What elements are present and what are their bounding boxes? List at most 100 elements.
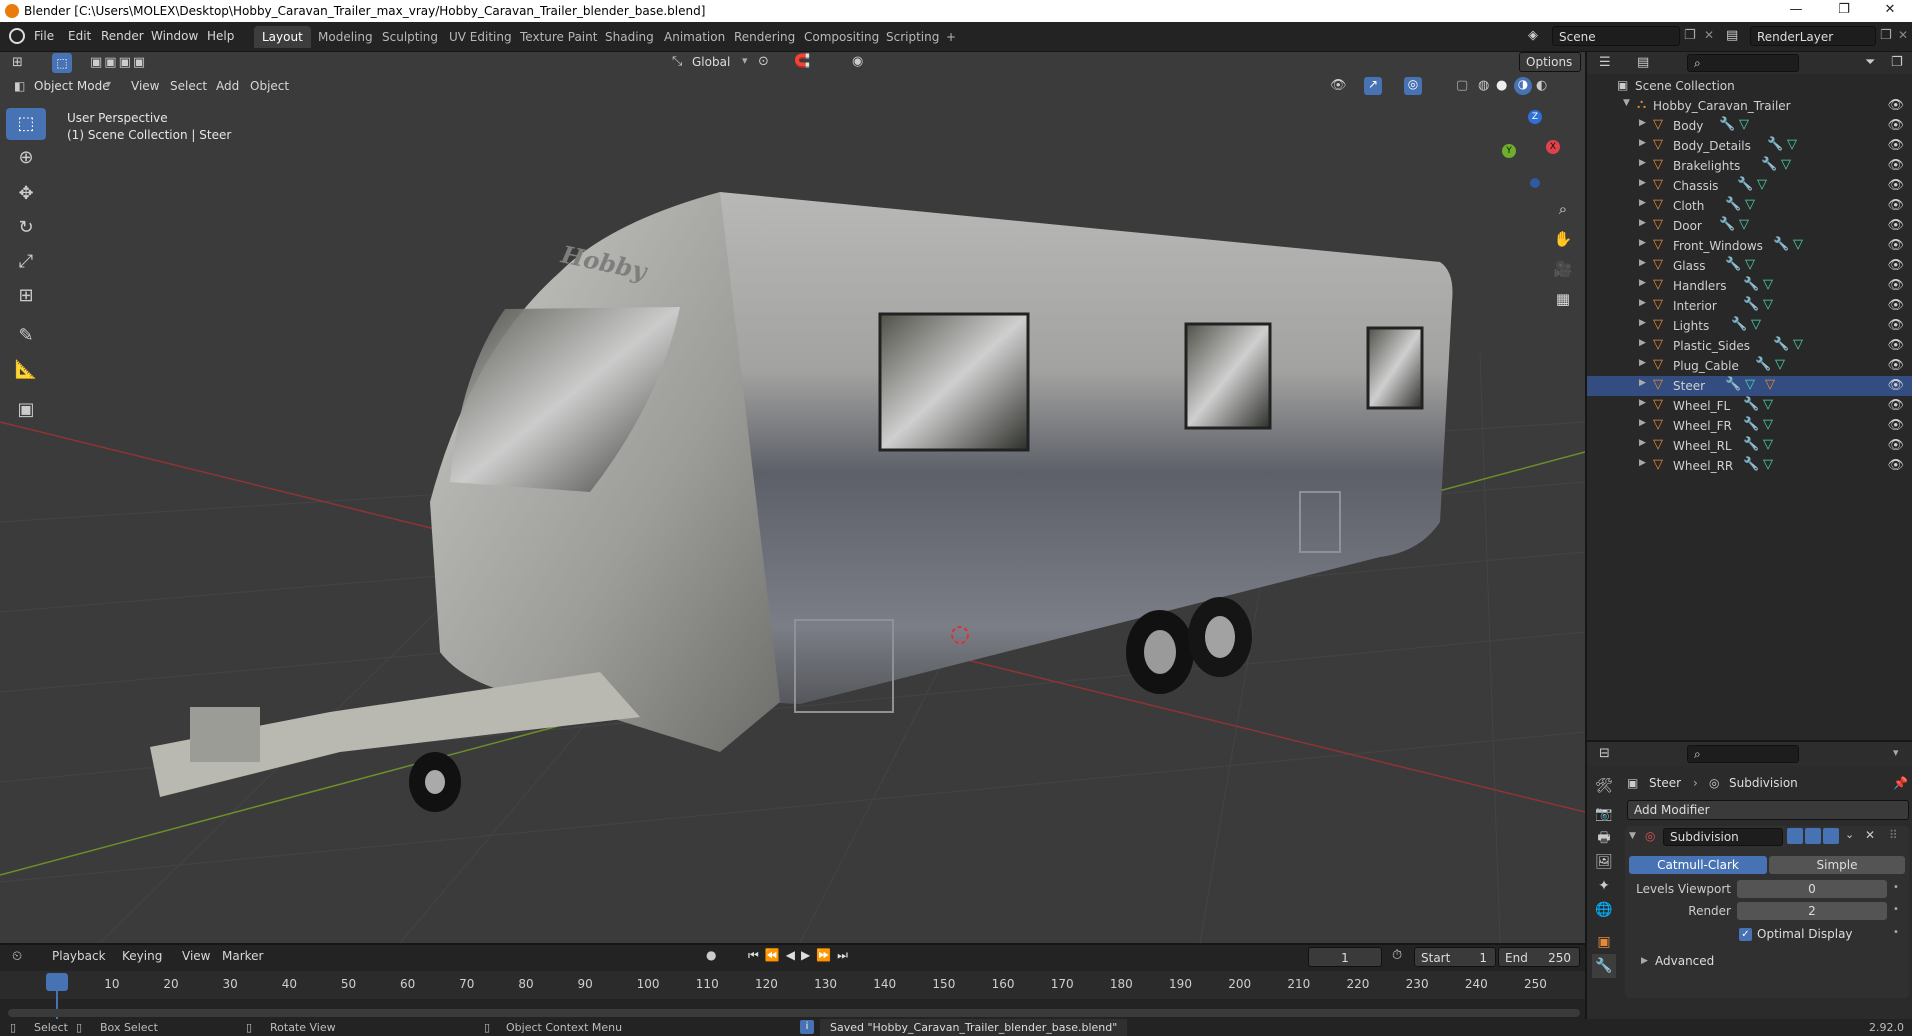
visibility-toggle-icon[interactable]: 👁: [1887, 338, 1904, 353]
filter-icon[interactable]: ⏷: [1865, 55, 1875, 70]
preview-range-icon[interactable]: ⏱: [1392, 948, 1402, 963]
visibility-toggle-icon[interactable]: 👁: [1887, 358, 1904, 373]
properties-editor-icon[interactable]: ⊟: [1599, 746, 1610, 761]
snap-icon[interactable]: 🧲: [794, 54, 810, 69]
solid-shading-icon[interactable]: ●: [1496, 78, 1507, 93]
modifier-icon[interactable]: 🔧: [1755, 357, 1771, 372]
row-expand-icon[interactable]: ▶: [1639, 138, 1646, 148]
tab-sculpting[interactable]: Sculpting: [374, 26, 446, 48]
visibility-toggle-icon[interactable]: 👁: [1887, 238, 1904, 253]
mesh-data-icon[interactable]: ▽: [1751, 317, 1761, 332]
remove-modifier-icon[interactable]: ✕: [1865, 828, 1875, 842]
cursor-tool-icon[interactable]: ⊕: [6, 142, 46, 174]
visibility-toggle-icon[interactable]: 👁: [1887, 418, 1904, 433]
xray-icon[interactable]: ▢: [1456, 78, 1468, 93]
visibility-toggle-icon[interactable]: 👁: [1887, 378, 1904, 393]
outliner-row-front-windows[interactable]: ▶ ▽ Front_Windows 🔧 ▽ 👁: [1587, 236, 1912, 256]
gizmo-toggle-icon[interactable]: ↗: [1364, 77, 1382, 95]
modifier-icon[interactable]: 🔧: [1719, 117, 1735, 132]
mesh-data-icon[interactable]: ▽: [1739, 117, 1749, 132]
collection-expand-icon[interactable]: ▼: [1623, 98, 1630, 108]
menu-help[interactable]: Help: [207, 29, 234, 43]
tab-shading[interactable]: Shading: [597, 26, 662, 48]
tab-rendering[interactable]: Rendering: [726, 26, 803, 48]
viewport-menu-select[interactable]: Select: [170, 79, 207, 93]
outliner-row-handlers[interactable]: ▶ ▽ Handlers 🔧 ▽ 👁: [1587, 276, 1912, 296]
outliner-row-wheel-fr[interactable]: ▶ ▽ Wheel_FR 🔧 ▽ 👁: [1587, 416, 1912, 436]
timeline-menu-marker[interactable]: Marker: [222, 949, 263, 963]
modifier-icon[interactable]: 🔧: [1731, 317, 1747, 332]
mesh-data-icon[interactable]: ▽: [1763, 417, 1773, 432]
scene-selector-icon[interactable]: ◈: [1528, 28, 1538, 43]
collection-visibility-icon[interactable]: 👁: [1887, 98, 1904, 113]
visibility-icon[interactable]: 👁: [1330, 78, 1347, 93]
view-layer-field[interactable]: RenderLayer: [1750, 26, 1876, 46]
start-frame-field[interactable]: Start 1: [1414, 947, 1496, 967]
modifier-icon[interactable]: 🔧: [1761, 157, 1777, 172]
row-expand-icon[interactable]: ▶: [1639, 338, 1646, 348]
outliner-row-wheel-rl[interactable]: ▶ ▽ Wheel_RL 🔧 ▽ 👁: [1587, 436, 1912, 456]
row-expand-icon[interactable]: ▶: [1639, 158, 1646, 168]
mesh-data-icon[interactable]: ▽: [1763, 277, 1773, 292]
outliner-row-wheel-rr[interactable]: ▶ ▽ Wheel_RR 🔧 ▽ 👁: [1587, 456, 1912, 476]
auto-keying-icon[interactable]: ●: [706, 948, 716, 962]
row-expand-icon[interactable]: ▶: [1639, 258, 1646, 268]
mesh-data-icon[interactable]: ▽: [1793, 337, 1803, 352]
outliner-row-chassis[interactable]: ▶ ▽ Chassis 🔧 ▽ 👁: [1587, 176, 1912, 196]
timeline-editor-icon[interactable]: ⏲: [12, 949, 22, 964]
zoom-icon[interactable]: ⌕: [1550, 196, 1576, 222]
outliner-editor-icon[interactable]: ☰: [1599, 55, 1611, 70]
mesh-data-icon[interactable]: ▽: [1763, 397, 1773, 412]
visibility-toggle-icon[interactable]: 👁: [1887, 438, 1904, 453]
outliner-row-cloth[interactable]: ▶ ▽ Cloth 🔧 ▽ 👁: [1587, 196, 1912, 216]
modifier-icon[interactable]: 🔧: [1773, 337, 1789, 352]
mesh-data-icon[interactable]: ▽: [1745, 377, 1755, 392]
modifier-icon[interactable]: 🔧: [1743, 277, 1759, 292]
menu-edit[interactable]: Edit: [68, 29, 91, 43]
outliner-row-glass[interactable]: ▶ ▽ Glass 🔧 ▽ 👁: [1587, 256, 1912, 276]
modifier-icon[interactable]: 🔧: [1725, 257, 1741, 272]
annotate-tool-icon[interactable]: ✎: [6, 320, 46, 352]
modifier-icon[interactable]: 🔧: [1737, 177, 1753, 192]
row-expand-icon[interactable]: ▶: [1639, 118, 1646, 128]
camera-view-icon[interactable]: 🎥: [1550, 256, 1576, 282]
navigation-gizmo[interactable]: Z Y X: [1496, 110, 1562, 190]
blender-menu-icon[interactable]: [9, 28, 25, 44]
tool-tab-icon[interactable]: 🛠: [1592, 774, 1616, 798]
optimal-display-checkbox[interactable]: ✓: [1739, 928, 1752, 941]
visibility-toggle-icon[interactable]: 👁: [1887, 118, 1904, 133]
properties-options-chevron[interactable]: ▾: [1893, 746, 1899, 759]
levels-viewport-keyframe-icon[interactable]: •: [1893, 882, 1899, 893]
outliner-row-scene-collection[interactable]: ▣ Scene Collection: [1587, 76, 1912, 96]
new-view-layer-icon[interactable]: ❐: [1880, 28, 1892, 43]
pin-icon[interactable]: 📌: [1893, 776, 1908, 790]
world-tab-icon[interactable]: 🌐: [1592, 898, 1616, 922]
tab-compositing[interactable]: Compositing: [796, 26, 887, 48]
tab-texture-paint[interactable]: Texture Paint: [512, 26, 605, 48]
wireframe-shading-icon[interactable]: ◍: [1478, 78, 1489, 93]
row-expand-icon[interactable]: ▶: [1639, 398, 1646, 408]
object-tab-icon[interactable]: ▣: [1592, 930, 1616, 954]
render-levels-keyframe-icon[interactable]: •: [1893, 904, 1899, 915]
row-expand-icon[interactable]: ▶: [1639, 438, 1646, 448]
transform-orientation-select[interactable]: Global: [692, 55, 730, 69]
edit-mode-toggle-icon[interactable]: [1787, 828, 1803, 844]
advanced-subpanel[interactable]: Advanced: [1655, 954, 1714, 968]
transform-tool-icon[interactable]: ⊞: [6, 280, 46, 312]
menu-render[interactable]: Render: [101, 29, 144, 43]
selection-mode-icons[interactable]: ▣▣▣▣: [90, 55, 147, 70]
add-cube-tool-icon[interactable]: ▣: [6, 394, 46, 426]
tab-modeling[interactable]: Modeling: [310, 26, 381, 48]
simple-button[interactable]: Simple: [1769, 856, 1905, 874]
catmull-clark-button[interactable]: Catmull-Clark: [1629, 856, 1767, 874]
outliner-row-plug-cable[interactable]: ▶ ▽ Plug_Cable 🔧 ▽ 👁: [1587, 356, 1912, 376]
modifier-icon[interactable]: 🔧: [1773, 237, 1789, 252]
delete-view-layer-icon[interactable]: ✕: [1898, 28, 1908, 42]
viewport-menu-view[interactable]: View: [131, 79, 159, 93]
modifier-icon[interactable]: 🔧: [1743, 417, 1759, 432]
visibility-toggle-icon[interactable]: 👁: [1887, 398, 1904, 413]
mesh-data-icon[interactable]: ▽: [1781, 157, 1791, 172]
row-expand-icon[interactable]: ▶: [1639, 278, 1646, 288]
material-icon[interactable]: ▽: [1765, 377, 1775, 392]
scene-tab-icon[interactable]: ✦: [1592, 874, 1616, 898]
